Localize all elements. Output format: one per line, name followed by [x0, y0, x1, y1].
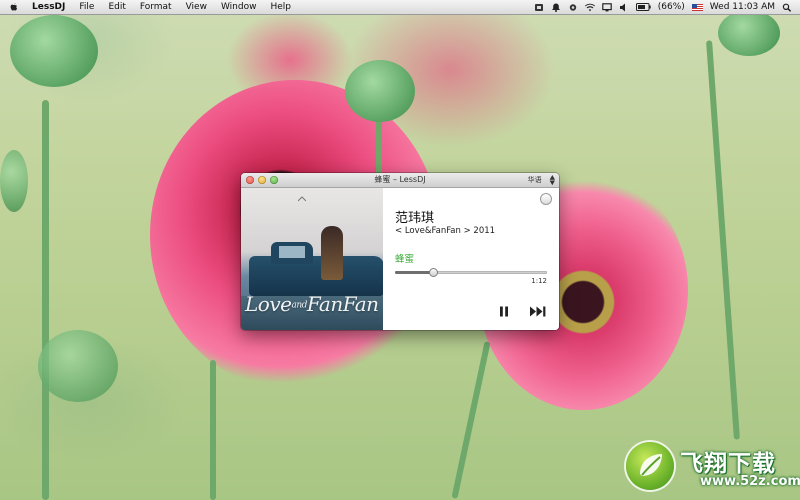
- album-art-truck-window: [279, 246, 305, 258]
- album-art-text-and: and: [291, 300, 307, 311]
- window-title: 蜂蜜 – LessDJ: [374, 175, 426, 184]
- seed-pod: [10, 15, 98, 87]
- elapsed-time: 1:12: [531, 277, 547, 285]
- pause-icon: [500, 306, 508, 316]
- volume-icon[interactable]: [619, 3, 629, 12]
- window-titlebar[interactable]: 蜂蜜 – LessDJ 华语 ▲ ▼: [241, 173, 559, 188]
- stem: [42, 100, 49, 500]
- menu-help[interactable]: Help: [263, 0, 298, 14]
- close-circle-icon[interactable]: [540, 193, 552, 205]
- album-art-person: [321, 226, 343, 280]
- bird-icon: [298, 196, 306, 202]
- player-window: 蜂蜜 – LessDJ 华语 ▲ ▼ LoveandFanFan 范玮琪 < Lo…: [241, 173, 559, 330]
- display-icon[interactable]: [601, 2, 612, 12]
- progress-knob[interactable]: [429, 268, 438, 277]
- battery-icon[interactable]: [635, 3, 651, 11]
- seed-pod: [0, 150, 28, 212]
- menu-extras: (66%) Wed 11:03 AM: [534, 2, 800, 12]
- apple-menu-icon[interactable]: [9, 2, 19, 12]
- pause-button[interactable]: [499, 305, 511, 317]
- album-title: < Love&FanFan > 2011: [395, 226, 496, 236]
- seed-pod: [345, 60, 415, 122]
- album-art-text-love: Love: [245, 292, 292, 316]
- watermark-logo-icon: [626, 442, 674, 490]
- album-art-truck: [249, 256, 383, 296]
- menu-bar: LessDJ File Edit Format View Window Help…: [0, 0, 800, 15]
- input-source-flag-icon[interactable]: [691, 3, 703, 11]
- track-info-pane: 范玮琪 < Love&FanFan > 2011 蜂蜜 1:12: [383, 188, 559, 330]
- spotlight-search-icon[interactable]: [782, 3, 792, 12]
- battery-percent: (66%): [657, 2, 685, 12]
- seed-pod: [718, 10, 780, 56]
- watermark-url: www.52z.com: [700, 474, 800, 489]
- seed-pod: [38, 330, 118, 402]
- bell-icon[interactable]: [551, 3, 561, 12]
- watermark: 飞翔下载 www.52z.com: [624, 440, 800, 500]
- channel-select[interactable]: 华语 ▲ ▼: [528, 174, 555, 186]
- menu-view[interactable]: View: [179, 0, 214, 14]
- progress-fill: [395, 271, 433, 274]
- menu-format[interactable]: Format: [133, 0, 179, 14]
- next-track-button[interactable]: [529, 305, 549, 317]
- album-art-text-fanfan: FanFan: [306, 292, 379, 316]
- app-status-icon[interactable]: [534, 3, 544, 12]
- updown-arrows-icon: ▲ ▼: [549, 173, 555, 187]
- channel-label: 华语: [527, 176, 542, 184]
- menubar-clock[interactable]: Wed 11:03 AM: [710, 2, 775, 12]
- wifi-icon[interactable]: [584, 3, 595, 12]
- artist-name: 范玮琪: [395, 211, 435, 226]
- progress-slider[interactable]: [395, 268, 547, 277]
- menu-edit[interactable]: Edit: [101, 0, 132, 14]
- gear-icon[interactable]: [568, 3, 578, 12]
- app-menu[interactable]: LessDJ: [25, 0, 72, 14]
- song-title: 蜂蜜: [395, 254, 415, 265]
- stem: [451, 341, 491, 499]
- watermark-title: 飞翔下载: [680, 451, 776, 477]
- menu-window[interactable]: Window: [214, 0, 264, 14]
- stem: [210, 360, 216, 500]
- album-art: LoveandFanFan: [241, 188, 383, 330]
- next-track-icon: [530, 306, 546, 316]
- stem: [706, 40, 740, 440]
- leaf-icon: [640, 454, 662, 476]
- album-art-text: LoveandFanFan: [245, 292, 379, 316]
- menu-file[interactable]: File: [72, 0, 101, 14]
